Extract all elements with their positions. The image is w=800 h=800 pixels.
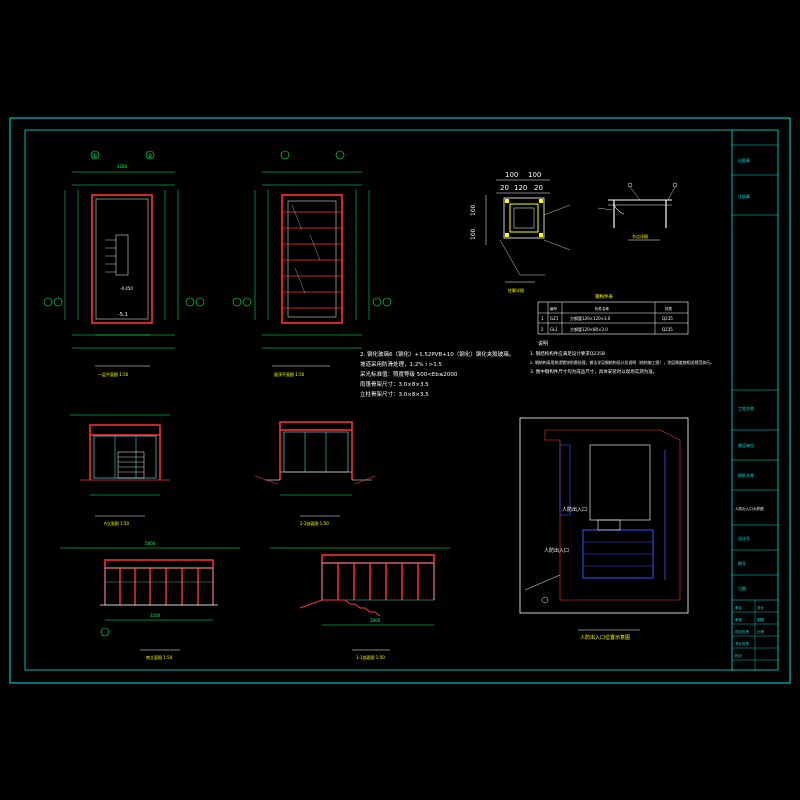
table-title: 钢构件表 <box>595 293 613 300</box>
plan1-caption: 一层平面图 1:50 <box>98 371 129 377</box>
remarks: 说明 1. 钢结构构件应满足设计要求Q235B 2. 钢结构采用热浸镀锌防腐处理… <box>530 340 714 375</box>
note-line-4: 雨篷骨架尺寸：3.0×8×3.5 <box>360 380 429 388</box>
elevA-caption: A立面图 1:50 <box>104 520 129 526</box>
tb-sign-4: 专业负责 <box>735 641 749 646</box>
table-row2-mat: Q235 <box>662 327 673 332</box>
plan1-bottom-mark: -5.1 <box>118 312 128 318</box>
tb-sign-5: 校对 <box>735 653 743 658</box>
dim-detail-20b: 20 <box>534 184 543 192</box>
dim-detail-100c: 100 <box>470 204 477 216</box>
elevation-a: A立面图 1:50 <box>70 414 170 526</box>
dim-detail-20a: 20 <box>500 184 509 192</box>
table-row1-idx: 1 <box>541 316 544 321</box>
remarks-line-3: 3. 图中钢构件尺寸均为成品尺寸，具体安装时以现场实测为准。 <box>530 368 657 375</box>
dim-detail-100d: 100 <box>470 228 477 240</box>
canopy-node-detail: 节点详图 <box>597 182 678 241</box>
dim-section11-bottom: 5800 <box>370 618 381 623</box>
plan1-level: -0.450 <box>120 286 133 291</box>
site-caption: 人防出入口位置示意图 <box>580 634 630 641</box>
plan-roof: 屋顶平面图 1:50 <box>232 150 392 377</box>
tb-client: 建设单位 <box>738 442 754 448</box>
detail1-caption: 柱脚详图 <box>508 287 524 293</box>
dim-south-top: 5800 <box>145 541 156 546</box>
detail2-caption: 节点详图 <box>632 233 648 239</box>
tb-sign-1: 审定 <box>735 605 743 610</box>
tb-date: 日期 <box>738 585 746 591</box>
table-row1-name: 方钢管120×120×3.0 <box>570 315 611 321</box>
dim-detail-100b: 100 <box>528 171 541 179</box>
tb-drawing-title: 人防出入口大样图 <box>735 506 764 511</box>
table-row2-name: 方钢管120×80×3.0 <box>570 326 608 332</box>
tb-scale: 比例 <box>757 629 765 634</box>
section-2-2: 2-2剖面图 1:50 <box>254 421 376 526</box>
table-row1-code: GZ1 <box>550 316 559 321</box>
dim-plan1-top: 3200 <box>117 164 128 169</box>
cad-drawing-sheet: 3200 -0.450 -5.1 ① ② 一层平面图 1:50 屋顶平面图 1:… <box>9 117 791 684</box>
tb-sheet-no: 图号 <box>738 560 746 566</box>
note-line-2: 坡道采用防滑处理，1:2% i >1.5 <box>360 360 442 368</box>
dim-detail-100a: 100 <box>505 171 518 179</box>
tb-drawing-name: 图纸名称 <box>738 472 754 478</box>
tb-sign-6: 设计 <box>757 605 765 610</box>
plan2-caption: 屋顶平面图 1:50 <box>274 371 305 377</box>
plan1-axis-1: ① <box>92 153 97 160</box>
tb-sign-3: 项目负责 <box>735 629 749 634</box>
dim-detail-120: 120 <box>514 184 527 192</box>
tb-job-no: 设计号 <box>738 535 750 541</box>
site-label-1: 人防出入口 <box>562 506 587 513</box>
elevation-south: 5800 3200 南立面图 1:50 <box>60 541 240 660</box>
table-header-no: 编号 <box>550 306 558 311</box>
table-row2-idx: 2 <box>541 327 544 332</box>
material-notes: 2. 钢化玻璃6（钢化）+1.52PVB+10（钢化）钢化夹胶玻璃。 坡道采用防… <box>360 350 514 398</box>
table-row1-mat: Q235 <box>662 316 673 321</box>
tb-sign-2: 审核 <box>735 617 743 622</box>
column-base-detail: 100 100 20 120 20 100 100 柱脚详图 <box>470 171 571 293</box>
tb-stamp: 出图章 <box>738 157 750 163</box>
table-row2-code: GL1 <box>550 327 558 332</box>
section-1-1: 5800 1-1剖面图 1:50 <box>270 547 450 660</box>
title-block: 出图章 注册章 工程名称 建设单位 图纸名称 人防出入口大样图 设计号 图号 日… <box>732 144 778 670</box>
tb-project: 工程名称 <box>738 405 754 411</box>
note-line-3: 采光标准值：照度等级 500<Eb≤2000 <box>360 370 458 378</box>
note-line-1: 2. 钢化玻璃6（钢化）+1.52PVB+10（钢化）钢化夹胶玻璃。 <box>360 350 514 358</box>
elevS-caption: 南立面图 1:50 <box>146 654 173 660</box>
outer-frame <box>9 117 791 684</box>
remarks-head: 说明 <box>538 340 548 347</box>
site-plan: 人防出入口 人防出入口 人防出入口位置示意图 <box>519 417 689 641</box>
plan1-axis-2: ② <box>147 153 153 160</box>
elev11-caption: 1-1剖面图 1:50 <box>356 654 385 660</box>
dim-south-bottom: 3200 <box>150 613 161 618</box>
table-header-name: 构件名称 <box>595 306 609 311</box>
remarks-line-1: 1. 钢结构构件应满足设计要求Q235B <box>530 350 605 357</box>
note-line-5: 立柱骨架尺寸：3.0×8×3.5 <box>360 390 429 398</box>
elev22-caption: 2-2剖面图 1:50 <box>300 520 329 526</box>
table-header-mat: 材质 <box>665 306 673 311</box>
steel-member-table: 钢构件表 编号 构件名称 材质 1 GZ1 方钢管120×120×3.0 Q23… <box>537 293 689 335</box>
site-label-2: 人防出入口 <box>544 547 569 554</box>
tb-sign-7: 制图 <box>757 617 765 622</box>
tb-stamp2: 注册章 <box>738 193 750 199</box>
remarks-line-2: 2. 钢结构采用热浸镀锌防腐处理，做法详见钢结构设计总说明（结构施工图），涂层厚… <box>530 360 714 365</box>
plan-first-floor: 3200 -0.450 -5.1 ① ② 一层平面图 1:50 <box>43 150 205 377</box>
